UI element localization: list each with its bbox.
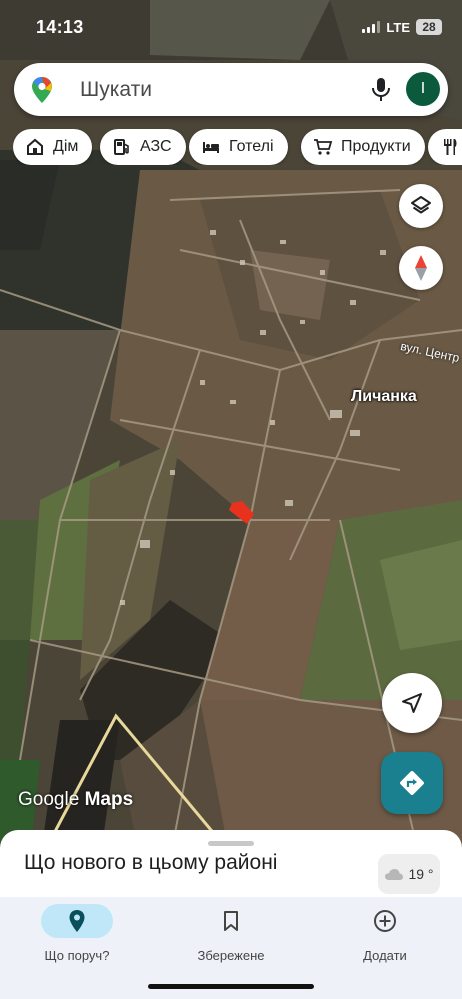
nav-nearby[interactable]: Що поруч? xyxy=(17,904,137,963)
navigation-arrow-icon xyxy=(402,693,422,713)
avatar[interactable]: I xyxy=(406,72,440,106)
bookmark-icon xyxy=(224,911,238,931)
google-maps-pin-icon xyxy=(32,77,52,103)
status-time: 14:13 xyxy=(36,17,84,37)
nav-add[interactable]: Додати xyxy=(325,904,445,963)
weather-badge[interactable]: 19 ° xyxy=(378,854,440,894)
maps-screen: вул. Центр Личанка Google Maps 14:13 LTE… xyxy=(0,0,462,999)
place-label[interactable]: Личанка xyxy=(351,388,417,406)
compass-icon xyxy=(415,255,427,281)
layers-icon xyxy=(411,196,431,214)
fuel-icon xyxy=(114,139,129,155)
directions-icon xyxy=(400,771,424,795)
restaurant-icon xyxy=(444,139,457,155)
add-circle-icon xyxy=(374,910,396,932)
microphone-icon[interactable] xyxy=(370,77,392,103)
network-label: LTE xyxy=(386,19,410,35)
nav-saved[interactable]: Збережене xyxy=(171,904,291,963)
sheet-drag-handle[interactable] xyxy=(208,841,254,846)
nav-add-label: Додати xyxy=(363,948,407,963)
search-input[interactable]: Шукати xyxy=(80,78,152,102)
place-pin-icon xyxy=(69,910,85,932)
battery-icon: 28 xyxy=(416,19,442,35)
nav-saved-label: Збережене xyxy=(197,948,265,963)
sheet-title: Що нового в цьому районі xyxy=(24,851,278,874)
compass-button[interactable] xyxy=(399,246,443,290)
cart-icon xyxy=(314,139,333,155)
my-location-button[interactable] xyxy=(382,673,442,733)
watermark-google: Google xyxy=(18,789,80,810)
home-indicator[interactable] xyxy=(148,984,314,989)
chip-fuel-label: АЗС xyxy=(140,138,172,155)
category-chips: Дім АЗС Готелі Продукти xyxy=(13,129,462,165)
bed-icon xyxy=(203,142,219,153)
status-indicators: LTE 28 xyxy=(362,19,442,35)
chip-groceries-label: Продукти xyxy=(341,138,411,155)
search-bar[interactable]: Шукати I xyxy=(14,63,448,116)
signal-icon xyxy=(362,21,381,33)
home-icon xyxy=(27,138,43,155)
watermark-maps: Maps xyxy=(84,789,134,810)
chip-home-label: Дім xyxy=(53,138,79,155)
chip-hotels-label: Готелі xyxy=(229,138,274,155)
chip-restaurants[interactable] xyxy=(428,129,462,165)
status-bar: 14:13 LTE 28 xyxy=(0,0,462,54)
chip-hotels[interactable]: Готелі xyxy=(189,129,288,165)
chip-fuel[interactable]: АЗС xyxy=(100,129,186,165)
temperature: 19 ° xyxy=(408,866,434,882)
chip-groceries[interactable]: Продукти xyxy=(301,129,425,165)
nav-nearby-label: Що поруч? xyxy=(44,948,110,963)
chip-home[interactable]: Дім xyxy=(13,129,93,165)
google-maps-watermark: Google Maps xyxy=(18,789,133,811)
layers-button[interactable] xyxy=(399,184,443,228)
cloud-icon xyxy=(385,869,404,880)
directions-button[interactable] xyxy=(381,752,443,814)
nav-nearby-pill xyxy=(41,904,113,938)
